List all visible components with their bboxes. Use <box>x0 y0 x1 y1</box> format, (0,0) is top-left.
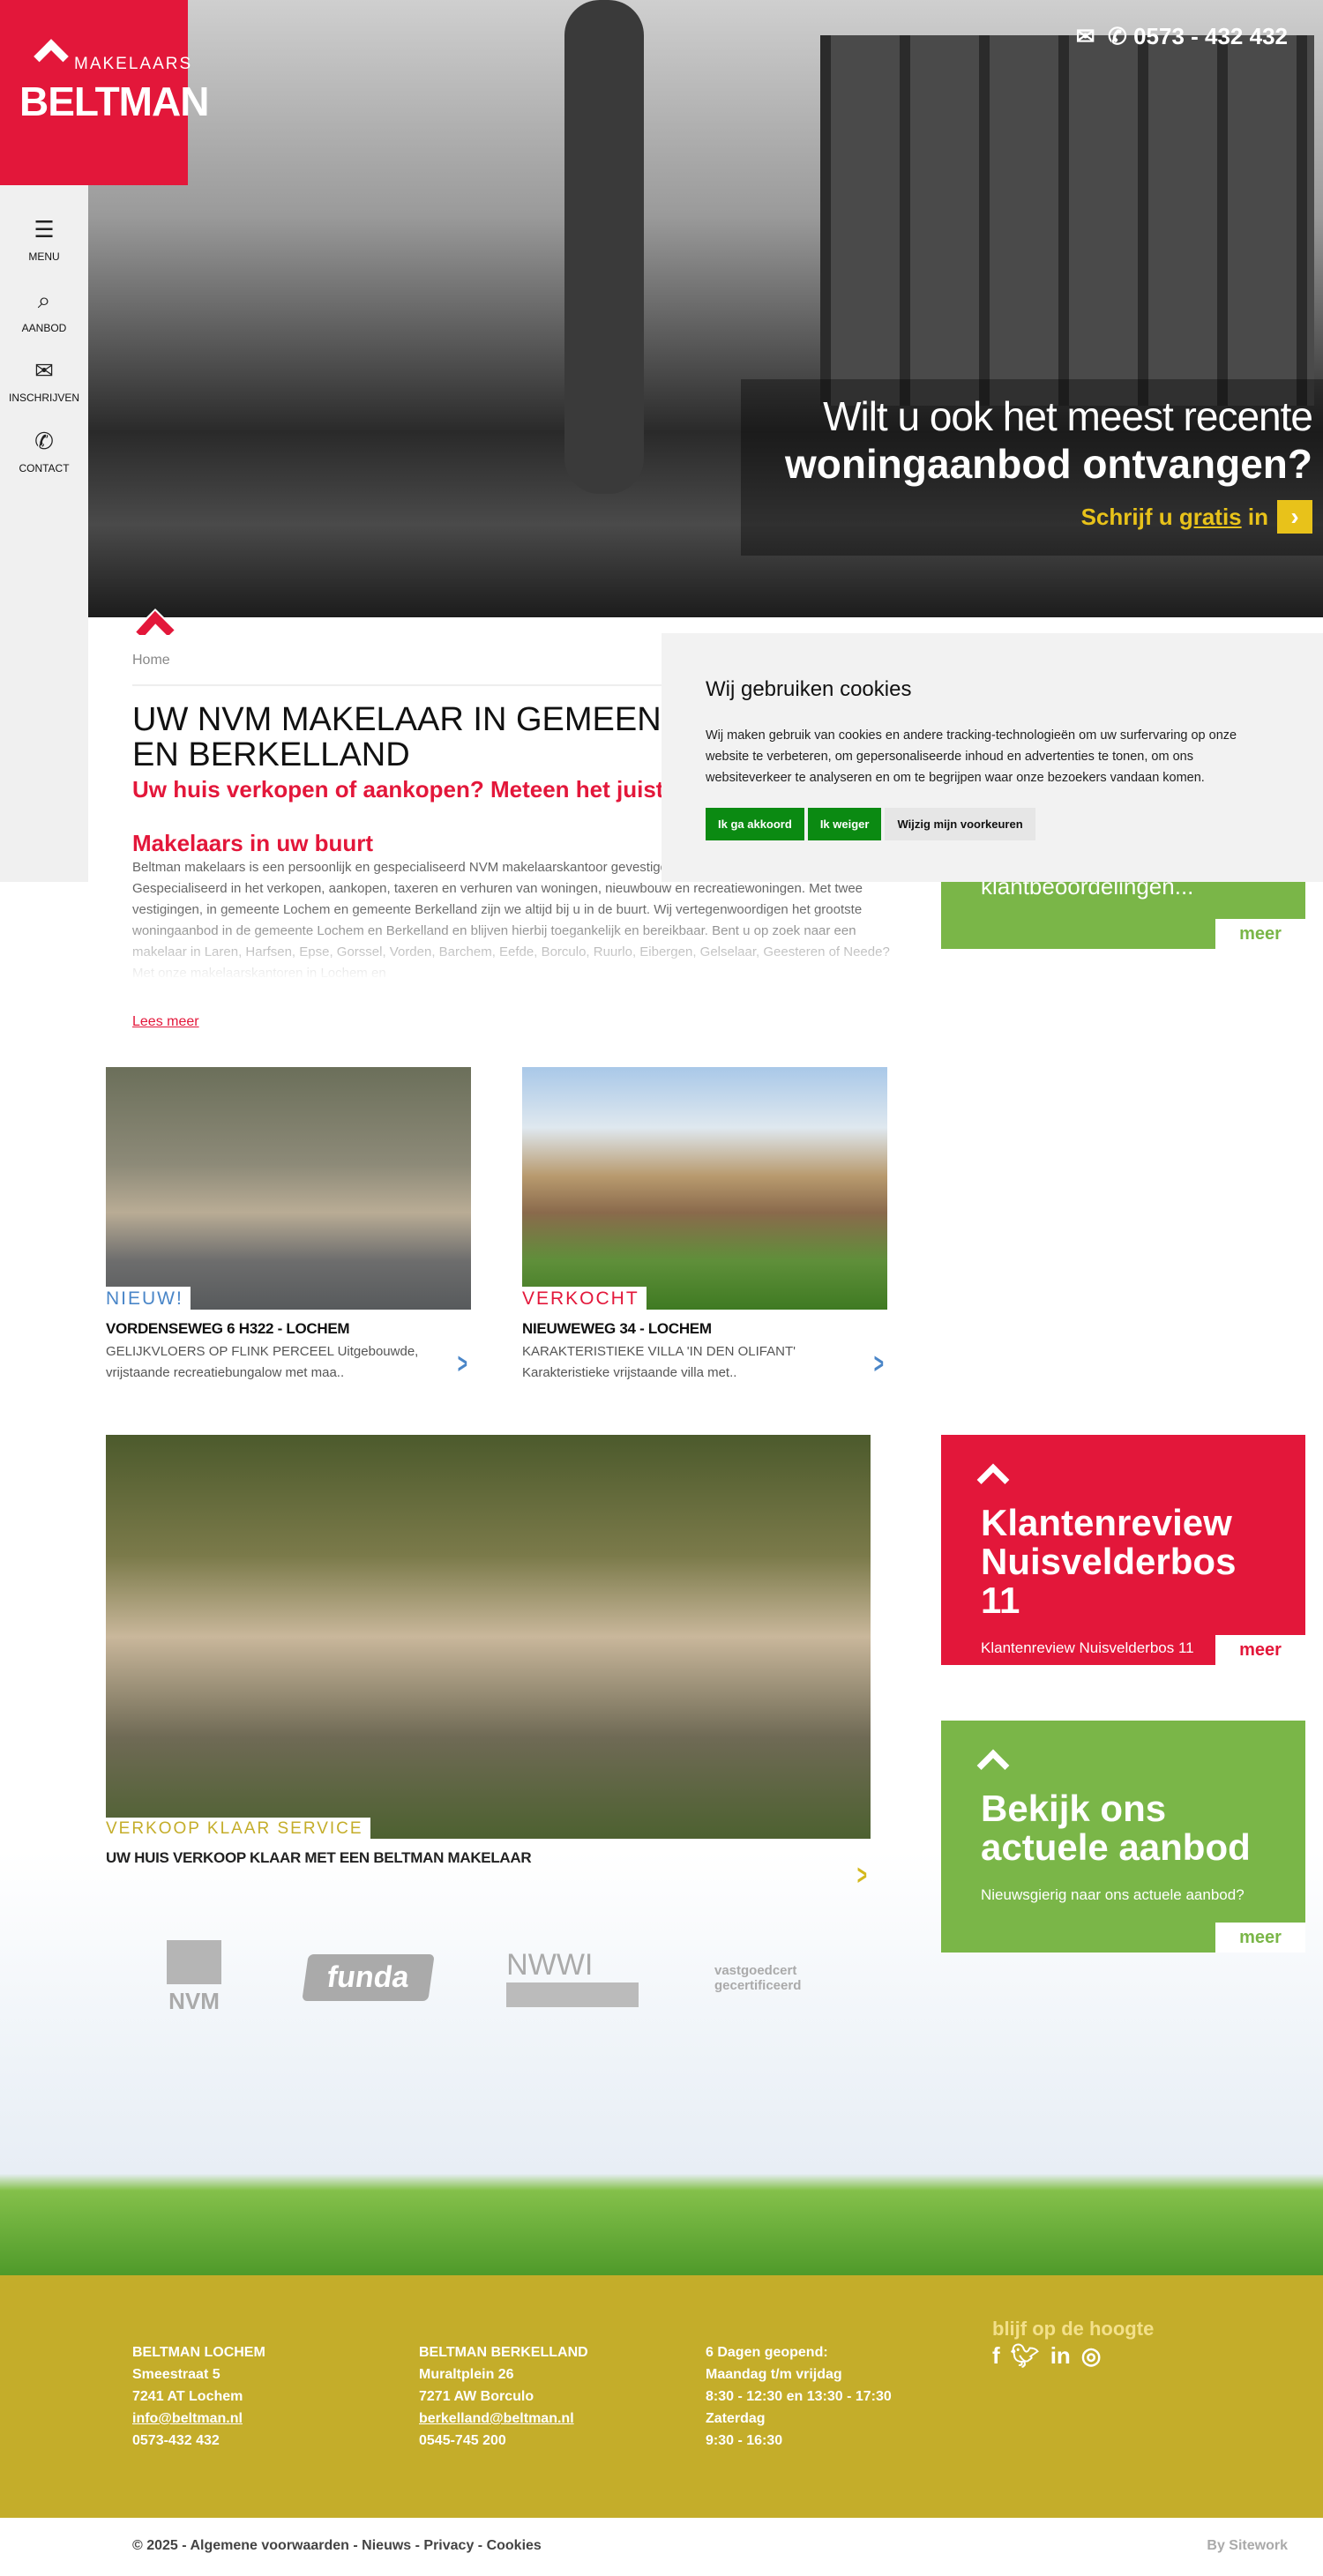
reject-button[interactable]: Ik weiger <box>807 808 882 840</box>
promo-box-aanbod[interactable]: Bekijk ons actuele aanbod Nieuwsgierig n… <box>941 1721 1305 1953</box>
cookie-banner: Wij gebruiken cookies Wij maken gebruik … <box>662 633 1323 882</box>
listing-image[interactable]: NIEUW! <box>106 1067 471 1310</box>
email-link[interactable]: info@beltman.nl <box>132 2411 243 2426</box>
search-icon: ⌕ <box>37 287 51 313</box>
email-link[interactable]: berkelland@beltman.nl <box>419 2411 574 2426</box>
sidebar-item-menu[interactable]: ☰ MENU <box>0 216 88 263</box>
partner-logos: NVM funda NWWI vastgoedcert gecertificee… <box>159 1940 847 2015</box>
caret-up-icon <box>976 1749 1010 1782</box>
listing-title[interactable]: NIEUWEWEG 34 - LOCHEM <box>522 1320 887 1338</box>
listing-title[interactable]: VORDENSEWEG 6 H322 - LOCHEM <box>106 1320 471 1338</box>
nwwi-logo[interactable]: NWWI <box>506 1948 639 2007</box>
listing-card[interactable]: VERKOCHT NIEUWEWEG 34 - LOCHEM KARAKTERI… <box>522 1067 887 1384</box>
cookies-link[interactable]: Cookies <box>487 2538 542 2553</box>
nvm-logo[interactable]: NVM <box>159 1940 229 2015</box>
more-link[interactable]: meer <box>1215 919 1305 949</box>
hamburger-icon: ☰ <box>34 216 55 243</box>
phone-link[interactable]: 0573 - 432 432 <box>1133 23 1288 49</box>
logo[interactable]: MAKELAARS BELTMAN <box>0 0 209 185</box>
linkedin-icon[interactable]: in <box>1050 2344 1071 2367</box>
accept-button[interactable]: Ik ga akkoord <box>706 808 804 840</box>
facebook-icon[interactable]: f <box>992 2344 1000 2367</box>
feature-tag: VERKOOP KLAAR SERVICE <box>106 1818 370 1839</box>
feature-card[interactable]: VERKOOP KLAAR SERVICE UW HUIS VERKOOP KL… <box>106 1435 871 1891</box>
chevron-right-icon[interactable]: › <box>1277 500 1312 534</box>
instagram-icon[interactable]: ◎ <box>1081 2344 1102 2367</box>
terms-link[interactable]: Algemene voorwaarden <box>190 2538 349 2553</box>
sidebar-item-aanbod[interactable]: ⌕ AANBOD <box>0 287 88 334</box>
read-more-link[interactable]: Lees meer <box>132 1014 199 1030</box>
caret-up-icon <box>976 1463 1010 1497</box>
listing-image[interactable]: VERKOCHT <box>522 1067 887 1310</box>
credit-link[interactable]: By Sitework <box>1207 2538 1288 2554</box>
cookie-title: Wij gebruiken cookies <box>706 677 912 701</box>
sidebar-item-contact[interactable]: ✆ CONTACT <box>0 428 88 474</box>
chevron-right-icon[interactable]: > <box>458 1348 467 1380</box>
phone-icon: ✆ <box>1108 23 1127 49</box>
chevron-right-icon[interactable]: > <box>857 1859 867 1892</box>
listing-desc: GELIJKVLOERS OP FLINK PERCEEL Uitgebouwd… <box>106 1344 419 1380</box>
social-title: blijf op de hoogte <box>992 2318 1155 2340</box>
feature-title[interactable]: UW HUIS VERKOOP KLAAR MET EEN BELTMAN MA… <box>106 1849 871 1867</box>
footer-links: © 2025 - Algemene voorwaarden - Nieuws -… <box>132 2538 542 2553</box>
news-link[interactable]: Nieuws <box>362 2538 411 2553</box>
team-photo[interactable]: VERKOOP KLAAR SERVICE <box>106 1435 871 1839</box>
sidebar-item-inschrijven[interactable]: ✉ INSCHRIJVEN <box>0 357 88 404</box>
more-link[interactable]: meer <box>1215 1635 1305 1665</box>
header-contact: ✉ ✆ 0573 - 432 432 <box>1076 23 1288 50</box>
footer: BELTMAN LOCHEM Smeestraat 5 7241 AT Lochem… <box>0 2275 1323 2518</box>
status-badge: VERKOCHT <box>522 1287 647 1310</box>
vastgoedcert-logo[interactable]: vastgoedcert gecertificeerd <box>714 1963 847 1993</box>
review-box[interactable]: klantbeoordelingen... meer <box>941 873 1305 949</box>
status-badge: NIEUW! <box>106 1287 191 1310</box>
more-link[interactable]: meer <box>1215 1923 1305 1953</box>
listing-card[interactable]: NIEUW! VORDENSEWEG 6 H322 - LOCHEM GELIJ… <box>106 1067 471 1384</box>
hero-text: Wilt u ook het meest recente woningaanbo… <box>785 392 1313 534</box>
envelope-icon[interactable]: ✉ <box>1076 23 1095 49</box>
signup-cta[interactable]: Schrijf u gratis in › <box>785 500 1312 534</box>
cookie-text: Wij maken gebruik van cookies en andere … <box>706 728 1237 785</box>
funda-logo[interactable]: funda <box>302 1954 435 2001</box>
listing-desc: KARAKTERISTIEKE VILLA 'IN DEN OLIFANT' K… <box>522 1344 796 1380</box>
promo-box-review[interactable]: Klantenreview Nuisvelderbos 11 Klantenre… <box>941 1435 1305 1665</box>
privacy-link[interactable]: Privacy <box>423 2538 474 2553</box>
chevron-right-icon[interactable]: > <box>874 1348 884 1380</box>
envelope-icon: ✉ <box>34 357 54 384</box>
caret-up-icon <box>129 609 182 635</box>
sidebar: ☰ MENU ⌕ AANBOD ✉ INSCHRIJVEN ✆ CONTACT <box>0 185 88 882</box>
preferences-button[interactable]: Wijzig mijn voorkeuren <box>885 808 1035 840</box>
phone-icon: ✆ <box>34 428 54 454</box>
twitter-icon[interactable]: 🐦︎ <box>1011 2344 1040 2367</box>
